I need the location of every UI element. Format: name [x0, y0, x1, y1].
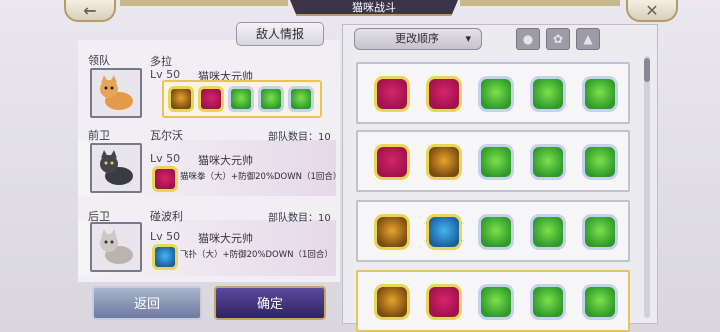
close-icon: ✕ — [645, 0, 659, 20]
front-troop-count: 部队数目：10 — [268, 132, 331, 143]
rear-cat-portrait — [90, 222, 142, 272]
rear-level: Lv 50 — [150, 230, 181, 243]
back-arrow-button[interactable]: ← — [64, 0, 116, 22]
paw-filter-icon[interactable]: ✿ — [546, 28, 570, 50]
rear-title: 猫咪大元帅 — [198, 232, 253, 245]
blue-pounce-skill-icon — [152, 244, 178, 270]
chevron-down-icon: ▾ — [465, 32, 471, 45]
green-sparkle-skill-icon — [582, 284, 618, 320]
team-row[interactable] — [356, 130, 630, 192]
gold-claw-skill-icon — [374, 284, 410, 320]
gray-cat-icon — [100, 229, 133, 264]
back-button[interactable]: 返回 — [92, 286, 202, 320]
front-skill-description: 猫咪拳（大）+防御20%DOWN（1回合） — [180, 172, 342, 182]
enemy-intel-button[interactable]: 敌人情报 — [236, 22, 324, 46]
leader-role-label: 领队 — [88, 54, 110, 67]
front-name: 瓦尔沃 — [150, 129, 183, 142]
pink-swirl-skill-icon — [198, 86, 224, 112]
pink-swirl-skill-icon — [374, 76, 410, 112]
green-sparkle-skill-icon — [288, 86, 314, 112]
close-button[interactable]: ✕ — [626, 0, 678, 22]
leader-skill-strip — [162, 80, 322, 118]
leader-cat-portrait — [90, 68, 142, 118]
green-sparkle-skill-icon — [582, 76, 618, 112]
claw-filter-icon[interactable]: ● — [516, 28, 540, 50]
green-sparkle-skill-icon — [478, 214, 514, 250]
pink-swirl-skill-icon — [152, 166, 178, 192]
top-decoration-left — [120, 0, 288, 6]
blue-pounce-skill-icon — [426, 214, 462, 250]
green-sparkle-skill-icon — [478, 144, 514, 180]
scrollbar-track[interactable] — [644, 56, 650, 318]
rear-name: 碰波利 — [150, 210, 183, 223]
confirm-button[interactable]: 确定 — [214, 286, 326, 320]
green-sparkle-skill-icon — [258, 86, 284, 112]
green-sparkle-skill-icon — [530, 284, 566, 320]
gold-claw-skill-icon — [168, 86, 194, 112]
scrollbar-thumb[interactable] — [644, 58, 650, 82]
pink-swirl-skill-icon — [426, 76, 462, 112]
front-cat-portrait — [90, 143, 142, 193]
sort-order-button[interactable]: 更改顺序 ▾ — [354, 28, 482, 50]
rear-troop-count: 部队数目：10 — [268, 213, 331, 224]
gold-claw-skill-icon — [426, 144, 462, 180]
front-title: 猫咪大元帅 — [198, 154, 253, 167]
green-sparkle-skill-icon — [530, 214, 566, 250]
front-level: Lv 50 — [150, 152, 181, 165]
green-sparkle-skill-icon — [228, 86, 254, 112]
page-title: 猫咪战斗 — [290, 0, 458, 16]
back-arrow-icon: ← — [83, 0, 97, 20]
team-row[interactable] — [356, 200, 630, 262]
green-sparkle-skill-icon — [478, 76, 514, 112]
black-cat-icon — [100, 150, 133, 185]
orange-cat-icon — [100, 75, 133, 110]
green-sparkle-skill-icon — [530, 76, 566, 112]
front-role-label: 前卫 — [88, 129, 110, 142]
green-sparkle-skill-icon — [582, 214, 618, 250]
green-sparkle-skill-icon — [478, 284, 514, 320]
gold-claw-skill-icon — [374, 214, 410, 250]
team-row-selected[interactable] — [356, 270, 630, 332]
green-sparkle-skill-icon — [530, 144, 566, 180]
pink-swirl-skill-icon — [374, 144, 410, 180]
rear-skill-description: 飞扑（大）+防御20%DOWN（1回合） — [180, 250, 333, 260]
sort-order-label: 更改顺序 — [395, 32, 439, 45]
top-decoration-right — [460, 0, 620, 6]
team-row[interactable] — [356, 62, 630, 124]
pink-swirl-skill-icon — [426, 284, 462, 320]
green-sparkle-skill-icon — [582, 144, 618, 180]
cat-filter-icon[interactable]: ▲ — [576, 28, 600, 50]
leader-name: 多拉 — [150, 55, 172, 68]
